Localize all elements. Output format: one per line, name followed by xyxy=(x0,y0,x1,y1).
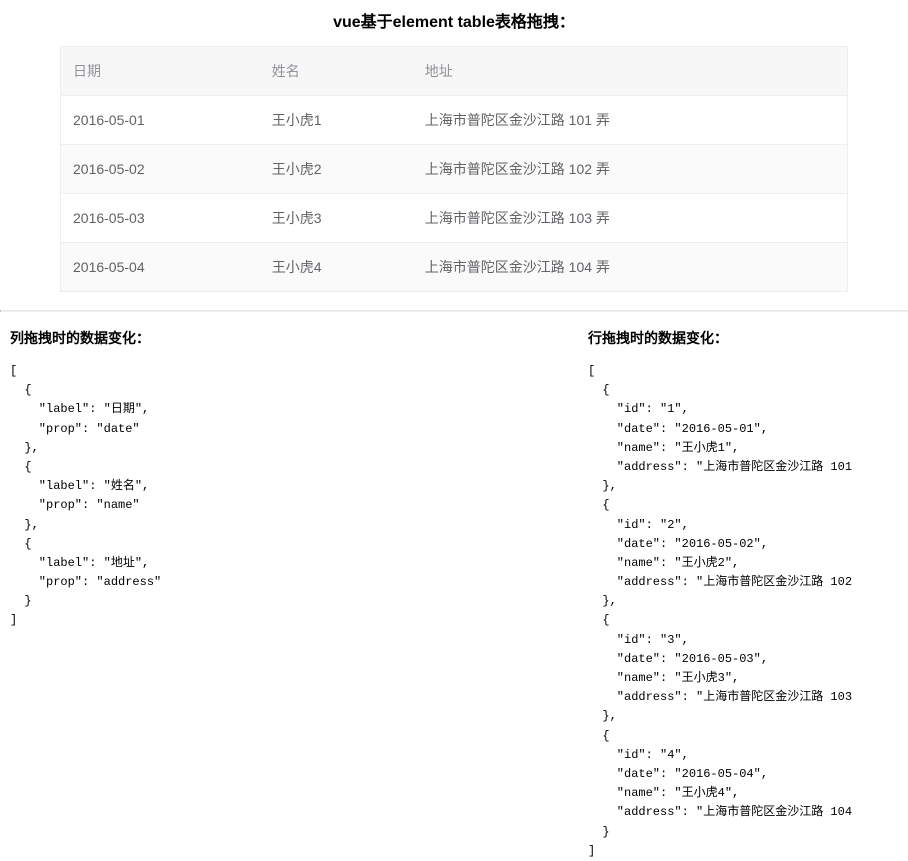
cell-date: 2016-05-02 xyxy=(61,145,260,194)
column-panel-title: 列拖拽时的数据变化： xyxy=(10,328,568,348)
column-json-output: [ { "label": "日期", "prop": "date" }, { "… xyxy=(10,362,568,631)
table-row[interactable]: 2016-05-04 王小虎4 上海市普陀区金沙江路 104 弄 xyxy=(61,243,848,292)
column-header-name[interactable]: 姓名 xyxy=(260,47,413,96)
cell-name: 王小虎1 xyxy=(260,96,413,145)
data-table: 日期 姓名 地址 2016-05-01 王小虎1 上海市普陀区金沙江路 101 … xyxy=(60,46,848,292)
table-header-row: 日期 姓名 地址 xyxy=(61,47,848,96)
cell-address: 上海市普陀区金沙江路 104 弄 xyxy=(413,243,848,292)
column-header-date[interactable]: 日期 xyxy=(61,47,260,96)
cell-address: 上海市普陀区金沙江路 103 弄 xyxy=(413,194,848,243)
row-json-output: [ { "id": "1", "date": "2016-05-01", "na… xyxy=(588,362,898,861)
cell-address: 上海市普陀区金沙江路 102 弄 xyxy=(413,145,848,194)
table-row[interactable]: 2016-05-03 王小虎3 上海市普陀区金沙江路 103 弄 xyxy=(61,194,848,243)
cell-date: 2016-05-03 xyxy=(61,194,260,243)
page-title: vue基于element table表格拖拽： xyxy=(0,0,908,46)
column-drag-panel: 列拖拽时的数据变化： [ { "label": "日期", "prop": "d… xyxy=(10,328,568,861)
row-panel-title: 行拖拽时的数据变化： xyxy=(588,328,898,348)
table-row[interactable]: 2016-05-01 王小虎1 上海市普陀区金沙江路 101 弄 xyxy=(61,96,848,145)
cell-name: 王小虎4 xyxy=(260,243,413,292)
cell-name: 王小虎2 xyxy=(260,145,413,194)
cell-name: 王小虎3 xyxy=(260,194,413,243)
cell-address: 上海市普陀区金沙江路 101 弄 xyxy=(413,96,848,145)
table-body: 2016-05-01 王小虎1 上海市普陀区金沙江路 101 弄 2016-05… xyxy=(61,96,848,292)
row-drag-panel: 行拖拽时的数据变化： [ { "id": "1", "date": "2016-… xyxy=(588,328,898,861)
data-panels: 列拖拽时的数据变化： [ { "label": "日期", "prop": "d… xyxy=(0,312,908,861)
cell-date: 2016-05-04 xyxy=(61,243,260,292)
table-row[interactable]: 2016-05-02 王小虎2 上海市普陀区金沙江路 102 弄 xyxy=(61,145,848,194)
cell-date: 2016-05-01 xyxy=(61,96,260,145)
column-header-address[interactable]: 地址 xyxy=(413,47,848,96)
draggable-table-container: 日期 姓名 地址 2016-05-01 王小虎1 上海市普陀区金沙江路 101 … xyxy=(60,46,848,292)
